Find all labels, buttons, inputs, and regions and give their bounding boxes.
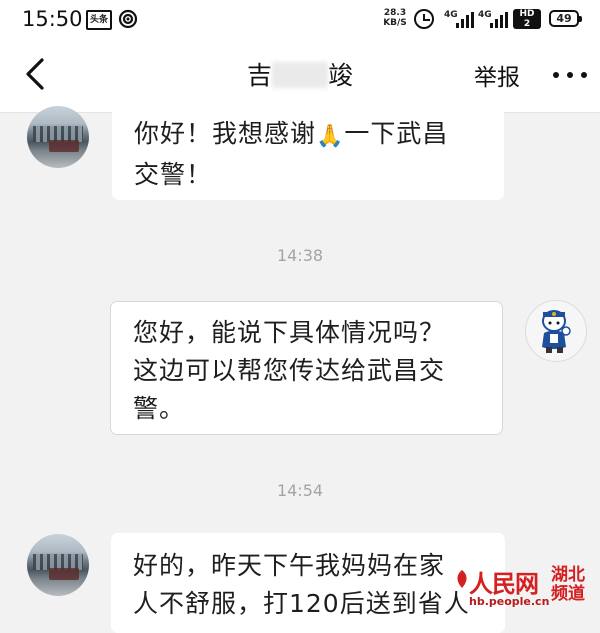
police-mascot-icon [542, 310, 571, 353]
network-speed: 28.3 KB/S [381, 8, 409, 28]
report-button[interactable]: 举报 [474, 58, 520, 92]
signal-1-icon: 4G [444, 10, 474, 28]
network-speed-value: 28.3 [383, 8, 407, 18]
watermark-logo-text: 人民网 [469, 569, 539, 598]
watermark-region-line2: 频道 [551, 584, 585, 604]
alarm-clock-icon [414, 9, 434, 29]
chat-title-prefix: 吉 [246, 61, 272, 90]
message-line: 你好！我想感谢🙏一下武昌 [134, 115, 504, 156]
hd-voice-icon: HD 2 [513, 9, 541, 29]
network-speed-unit: KB/S [383, 18, 407, 28]
message-timestamp: 14:38 [276, 246, 324, 265]
more-dots-icon[interactable] [553, 72, 587, 80]
sender-avatar[interactable] [27, 534, 89, 596]
message-text: 你好！我想感谢 [134, 119, 317, 148]
message-line: 警。 [133, 394, 186, 423]
message-line: 好的，昨天下午我妈妈在家 [133, 551, 446, 580]
redacted-name [272, 62, 328, 88]
watermark-url: hb.people.cn [469, 595, 550, 608]
battery-level: 49 [556, 12, 572, 25]
signal-2-icon: 4G [478, 10, 508, 28]
chat-title-suffix: 竣 [328, 61, 354, 90]
status-bar: 15:50 头条 28.3 KB/S 4G 4G HD 2 49 [0, 0, 600, 38]
message-line: 您好，能说下具体情况吗？ [133, 318, 446, 347]
news-app-icon: 头条 [86, 10, 112, 30]
status-time: 15:50 [22, 7, 83, 31]
message-bubble-outgoing[interactable]: 您好，能说下具体情况吗？ 这边可以帮您传达给武昌交 警。 [110, 301, 503, 435]
message-line: 这边可以帮您传达给武昌交 [133, 356, 446, 385]
sender-avatar[interactable] [27, 106, 89, 168]
people-cn-watermark: 人民网 湖北 频道 hb.people.cn [451, 560, 600, 616]
message-line: 人不舒服，打120后送到省人 [133, 589, 470, 618]
watermark-region-line1: 湖北 [551, 565, 585, 585]
message-text: 一下武昌 [344, 119, 449, 148]
chat-messages[interactable]: 你好！我想感谢🙏一下武昌 交警！ 14:38 您好，能说下具体情况吗？ 这边可以… [0, 105, 600, 633]
hd-label: HD [519, 9, 535, 19]
battery-icon: 49 [549, 10, 582, 27]
message-bubble-incoming[interactable]: 你好！我想感谢🙏一下武昌 交警！ [112, 105, 504, 200]
message-line: 交警！ [134, 160, 213, 189]
hotspot-icon [118, 9, 138, 29]
message-timestamp: 14:54 [276, 481, 324, 500]
hd-sub: 2 [523, 19, 531, 29]
message-bubble-incoming[interactable]: 好的，昨天下午我妈妈在家 人不舒服，打120后送到省人 [111, 533, 505, 633]
folded-hands-emoji: 🙏 [316, 124, 345, 149]
police-mascot-avatar[interactable] [525, 300, 587, 362]
watermark-region: 湖北 频道 [547, 566, 589, 604]
chat-header: 吉 竣 举报 [0, 38, 600, 113]
